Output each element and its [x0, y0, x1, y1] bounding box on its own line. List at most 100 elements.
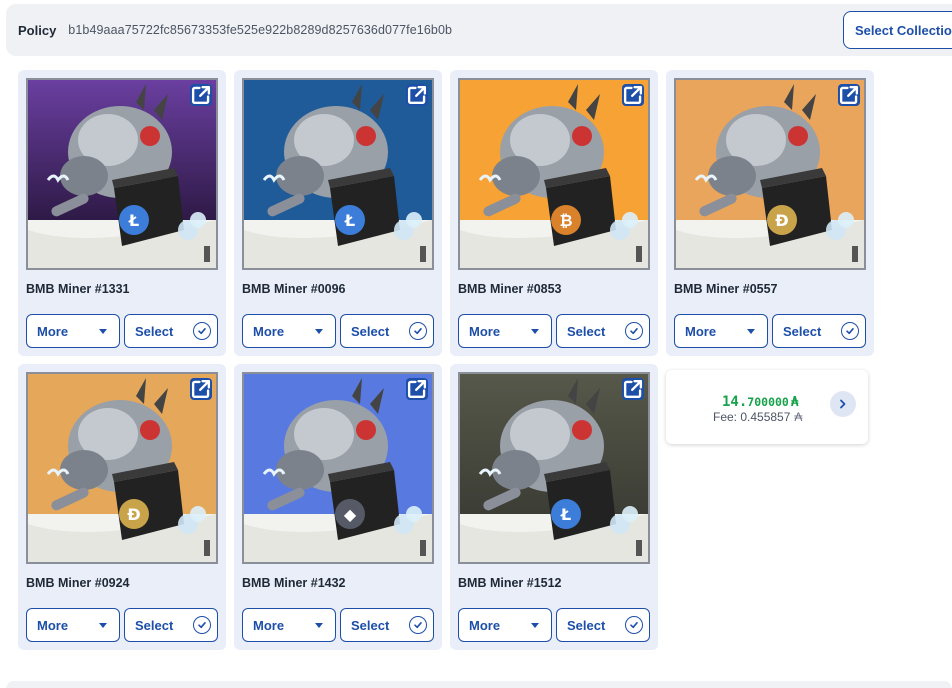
open-external-button[interactable]	[838, 84, 860, 106]
coin-symbol: Đ	[775, 211, 788, 230]
policy-label: Policy	[18, 22, 57, 38]
open-external-button[interactable]	[190, 84, 212, 106]
more-label: More	[253, 323, 285, 339]
nft-image[interactable]: ₿	[458, 78, 650, 270]
select-label: Select	[567, 323, 606, 339]
check-circle-icon	[625, 322, 643, 340]
next-button[interactable]	[830, 391, 856, 417]
more-label: More	[469, 323, 501, 339]
chevron-right-icon	[840, 399, 846, 409]
nft-image[interactable]: Đ	[26, 372, 218, 564]
price-amount: 14.700000 ₳	[722, 391, 799, 410]
more-dropdown-button[interactable]: More	[458, 314, 552, 348]
policy-bar: Policy b1b49aaa75722fc85673353fe525e922b…	[6, 4, 952, 56]
select-label: Select	[135, 323, 174, 339]
nft-image[interactable]: ◆	[242, 372, 434, 564]
nft-image[interactable]: Đ	[674, 78, 866, 270]
miner-illustration: ₿	[460, 80, 648, 268]
price-summary: 14.700000 ₳ Fee: 0.455857 ₳	[666, 370, 868, 444]
chevron-down-icon	[99, 329, 107, 334]
open-external-button[interactable]	[622, 378, 644, 400]
more-label: More	[469, 617, 501, 633]
external-link-icon	[839, 85, 859, 105]
more-label: More	[37, 617, 69, 633]
select-label: Select	[351, 323, 390, 339]
price-amount-integer: 14.	[722, 394, 748, 410]
chevron-down-icon	[531, 329, 539, 334]
open-external-button[interactable]	[406, 84, 428, 106]
fee-text: Fee: 0.455857	[713, 410, 791, 424]
coin-symbol: Ł	[560, 505, 571, 524]
open-external-button[interactable]	[406, 378, 428, 400]
nft-image[interactable]: Ł	[242, 78, 434, 270]
open-external-button[interactable]	[190, 378, 212, 400]
coin-symbol: ◆	[344, 505, 357, 524]
more-label: More	[685, 323, 717, 339]
chevron-down-icon	[315, 329, 323, 334]
check-circle-icon	[409, 616, 427, 634]
miner-illustration: Ł	[28, 80, 216, 268]
check-circle-icon	[193, 322, 211, 340]
nft-title: BMB Miner #0924	[26, 576, 130, 590]
external-link-icon	[191, 379, 211, 399]
external-link-icon	[623, 85, 643, 105]
nft-card: Ł BMB Miner #1331 More Select	[18, 70, 226, 356]
fee-ada-symbol: ₳	[794, 410, 803, 424]
policy-id: b1b49aaa75722fc85673353fe525e922b8289d82…	[68, 23, 453, 37]
bottom-bar	[6, 681, 952, 688]
external-link-icon	[191, 85, 211, 105]
nft-image[interactable]: Ł	[458, 372, 650, 564]
select-button[interactable]: Select	[124, 608, 218, 642]
nft-title: BMB Miner #0096	[242, 282, 346, 296]
nft-card: Đ BMB Miner #0557 More Select	[666, 70, 874, 356]
select-button[interactable]: Select	[556, 314, 650, 348]
select-button[interactable]: Select	[340, 314, 434, 348]
miner-illustration: ◆	[244, 374, 432, 562]
miner-illustration: Đ	[676, 80, 864, 268]
external-link-icon	[623, 379, 643, 399]
nft-title: BMB Miner #1432	[242, 576, 346, 590]
more-dropdown-button[interactable]: More	[242, 608, 336, 642]
miner-illustration: Đ	[28, 374, 216, 562]
nft-card: Đ BMB Miner #0924 More Select	[18, 364, 226, 650]
select-label: Select	[783, 323, 822, 339]
select-label: Select	[135, 617, 174, 633]
more-dropdown-button[interactable]: More	[674, 314, 768, 348]
chevron-down-icon	[99, 623, 107, 628]
chevron-down-icon	[531, 623, 539, 628]
coin-symbol: Đ	[127, 505, 140, 524]
check-circle-icon	[841, 322, 859, 340]
more-label: More	[253, 617, 285, 633]
nft-card: ◆ BMB Miner #1432 More Select	[234, 364, 442, 650]
select-button[interactable]: Select	[556, 608, 650, 642]
coin-symbol: ₿	[559, 211, 572, 230]
more-dropdown-button[interactable]: More	[242, 314, 336, 348]
nft-title: BMB Miner #0557	[674, 282, 778, 296]
nft-card: Ł BMB Miner #1512 More Select	[450, 364, 658, 650]
nft-title: BMB Miner #0853	[458, 282, 562, 296]
more-dropdown-button[interactable]: More	[458, 608, 552, 642]
select-collection-button[interactable]: Select Collection	[843, 11, 952, 49]
select-button[interactable]: Select	[340, 608, 434, 642]
more-dropdown-button[interactable]: More	[26, 608, 120, 642]
price-amount-decimals: 700000	[747, 395, 789, 409]
nft-image[interactable]: Ł	[26, 78, 218, 270]
miner-illustration: Ł	[244, 80, 432, 268]
more-dropdown-button[interactable]: More	[26, 314, 120, 348]
ada-symbol: ₳	[790, 395, 799, 410]
nft-title: BMB Miner #1512	[458, 576, 562, 590]
select-button[interactable]: Select	[772, 314, 866, 348]
nft-card: Ł BMB Miner #0096 More Select	[234, 70, 442, 356]
miner-illustration: Ł	[460, 374, 648, 562]
price-fee: Fee: 0.455857 ₳	[713, 410, 802, 424]
coin-symbol: Ł	[128, 211, 139, 230]
chevron-down-icon	[315, 623, 323, 628]
nft-card: ₿ BMB Miner #0853 More Select	[450, 70, 658, 356]
coin-symbol: Ł	[344, 211, 355, 230]
check-circle-icon	[625, 616, 643, 634]
open-external-button[interactable]	[622, 84, 644, 106]
check-circle-icon	[409, 322, 427, 340]
select-label: Select	[567, 617, 606, 633]
select-label: Select	[351, 617, 390, 633]
select-button[interactable]: Select	[124, 314, 218, 348]
